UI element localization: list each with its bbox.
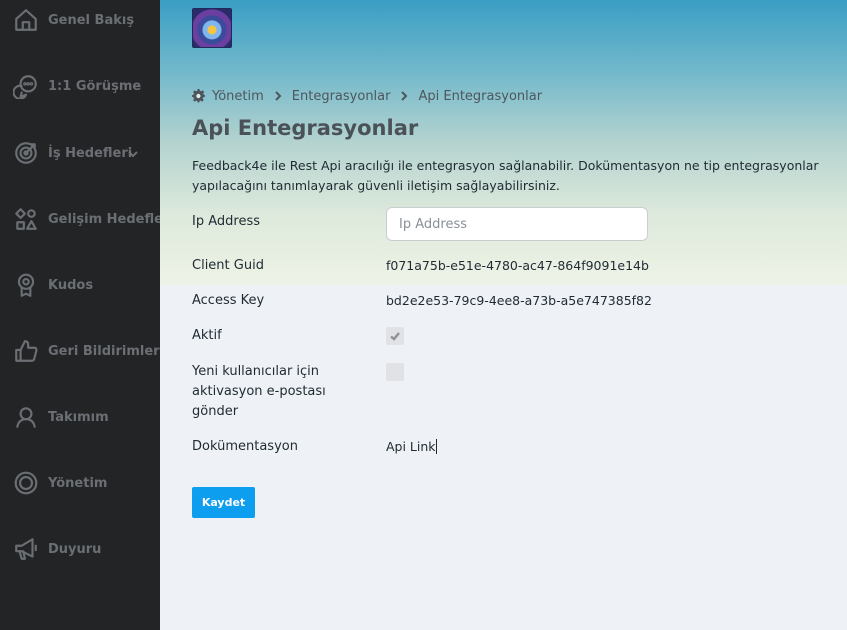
text-cursor <box>435 439 437 454</box>
documentation-label: Dokümentasyon <box>192 439 298 454</box>
sidebar-item-label: İş Hedefleri <box>48 145 133 161</box>
sidebar-item-label: Yönetim <box>48 475 108 491</box>
sidebar-item-label: Kudos <box>48 277 94 293</box>
active-label: Aktif <box>192 328 222 343</box>
shapes-icon <box>12 205 40 233</box>
api-link[interactable]: Api Link <box>386 439 436 454</box>
sidebar-item-label: Gelişim Hedefleri <box>48 211 174 227</box>
sidebar-item-label: Genel Bakış <box>48 12 135 28</box>
thumbs-up-icon <box>12 337 40 365</box>
access-key-value: bd2e2e53-79c9-4ee8-a73b-a5e747385f82 <box>386 293 652 308</box>
client-guid-label: Client Guid <box>192 258 264 273</box>
chevron-right-icon <box>399 91 409 101</box>
sidebar-item-is-hedefleri[interactable]: İş Hedefleri <box>0 133 160 173</box>
documentation-value: Api Link <box>386 437 437 457</box>
header-background <box>160 0 847 285</box>
client-guid-value: f071a75b-e51e-4780-ac47-864f9091e14b <box>386 258 649 273</box>
company-logo[interactable] <box>192 8 232 48</box>
sidebar-item-gelisim-hedefleri[interactable]: Gelişim Hedefleri <box>0 199 174 239</box>
checkmark-icon <box>390 332 400 341</box>
sidebar-item-label: Duyuru <box>48 541 102 557</box>
gear-icon <box>192 89 206 103</box>
sidebar-item-label: 1:1 Görüşme <box>48 78 142 94</box>
sidebar-item-takimim[interactable]: Takımım <box>0 397 160 437</box>
user-icon <box>12 403 40 431</box>
sidebar-item-label: Takımım <box>48 409 109 425</box>
settings-icon <box>12 469 40 497</box>
sidebar-item-label: Geri Bildirimler <box>48 343 160 359</box>
megaphone-icon <box>12 535 40 563</box>
target-icon <box>12 139 40 167</box>
chevron-right-icon <box>273 91 283 101</box>
sidebar: Genel Bakış 1:1 Görüşme İş Hedefleri Gel… <box>0 0 174 630</box>
sidebar-item-gorusme[interactable]: 1:1 Görüşme <box>0 66 160 106</box>
breadcrumb: Yönetim Entegrasyonlar Api Entegrasyonla… <box>192 86 542 106</box>
save-button[interactable]: Kaydet <box>192 487 255 518</box>
award-badge-icon <box>12 271 40 299</box>
page-title: Api Entegrasyonlar <box>192 116 419 140</box>
sidebar-item-kudos[interactable]: Kudos <box>0 265 160 305</box>
breadcrumb-item-yonetim[interactable]: Yönetim <box>212 89 264 104</box>
send-activation-email-checkbox[interactable] <box>386 363 404 381</box>
sidebar-item-geri-bildirimler[interactable]: Geri Bildirimler <box>0 331 160 371</box>
sidebar-item-duyuru[interactable]: Duyuru <box>0 529 160 569</box>
breadcrumb-item-current: Api Entegrasyonlar <box>418 88 543 104</box>
access-key-label: Access Key <box>192 293 265 308</box>
chevron-down-icon[interactable] <box>126 146 140 160</box>
sidebar-item-genel-bakis[interactable]: Genel Bakış <box>0 0 160 40</box>
breadcrumb-item-entegrasyonlar[interactable]: Entegrasyonlar <box>292 89 391 104</box>
page-description: Feedback4e ile Rest Api aracılığı ile en… <box>192 158 819 193</box>
ip-address-input[interactable] <box>386 207 648 241</box>
active-checkbox[interactable] <box>386 327 404 345</box>
home-icon <box>12 6 40 34</box>
main-content: Yönetim Entegrasyonlar Api Entegrasyonla… <box>160 0 847 630</box>
ip-address-label: Ip Address <box>192 214 260 229</box>
sidebar-item-yonetim[interactable]: Yönetim <box>0 463 160 503</box>
chat-bubbles-icon <box>12 72 40 100</box>
send-activation-email-label: Yeni kullanıcılar için aktivasyon e-post… <box>192 364 326 419</box>
